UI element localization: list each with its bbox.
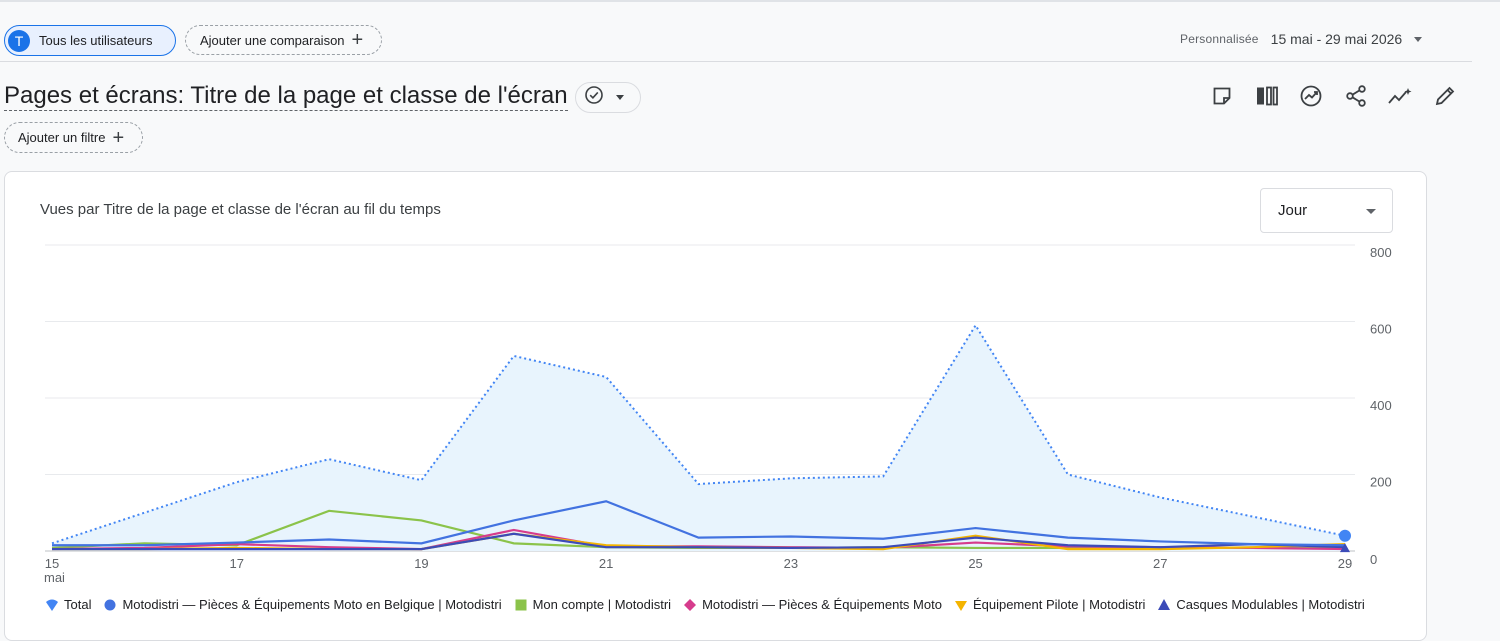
x-tick-label: 29: [1338, 556, 1352, 571]
legend-item[interactable]: Motodistri — Pièces & Équipements Moto e…: [103, 597, 502, 612]
legend-label: Mon compte | Motodistri: [532, 597, 672, 612]
total-area: [52, 325, 1345, 551]
x-tick-label: 17: [229, 556, 243, 571]
x-tick-label: 19: [414, 556, 428, 571]
legend-label: Équipement Pilote | Motodistri: [972, 597, 1146, 612]
pin-icon: [46, 599, 58, 611]
y-tick-label: 600: [1370, 322, 1392, 337]
x-tick-label: 21: [599, 556, 613, 571]
legend-item[interactable]: Total: [45, 597, 91, 612]
circle-icon: [104, 599, 116, 611]
y-tick-label: 0: [1370, 552, 1377, 567]
x-tick-label: 25: [968, 556, 982, 571]
y-tick-label: 200: [1370, 475, 1392, 490]
y-tick-label: 400: [1370, 398, 1392, 413]
legend-item[interactable]: Motodistri — Pièces & Équipements Moto: [683, 597, 942, 612]
triangle-up-icon: [1158, 599, 1171, 610]
square-icon: [515, 599, 527, 611]
total-end-marker: [1339, 529, 1351, 542]
legend-label: Motodistri — Pièces & Équipements Moto: [702, 597, 942, 612]
triangle-down-icon: [954, 601, 967, 611]
chart-legend: Total Motodistri — Pièces & Équipements M…: [45, 597, 1377, 612]
legend-item[interactable]: Équipement Pilote | Motodistri: [954, 597, 1145, 612]
legend-label: Total: [64, 597, 92, 612]
x-tick-label: 23: [784, 556, 798, 571]
x-tick-label: 27: [1153, 556, 1167, 571]
y-tick-label: 800: [1370, 245, 1392, 260]
legend-item[interactable]: Casques Modulables | Motodistri: [1157, 597, 1365, 612]
x-tick-label: 15: [45, 556, 59, 571]
line-chart: 0 200 400 600 800 15 17 19 21 23 25 27 29 mai: [44, 244, 1392, 585]
diamond-icon: [684, 599, 697, 611]
legend-label: Motodistri — Pièces & Équipements Moto e…: [122, 597, 502, 612]
x-tick-sublabel: mai: [44, 570, 65, 585]
legend-label: Casques Modulables | Motodistri: [1176, 597, 1365, 612]
legend-item[interactable]: Mon compte | Motodistri: [514, 597, 671, 612]
